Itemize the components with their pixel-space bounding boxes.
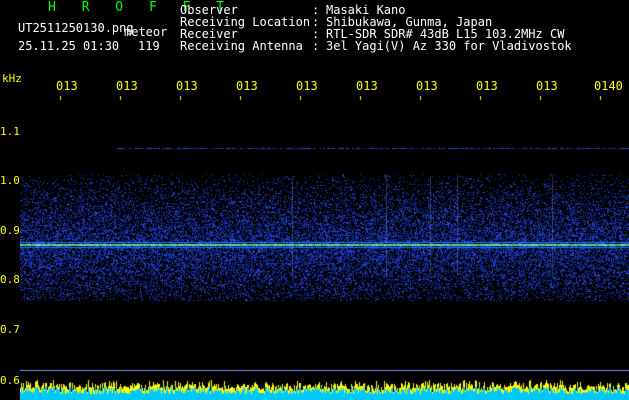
colon: :	[312, 39, 320, 53]
x-tick: 013	[536, 79, 558, 93]
filename-label: UT2511250130.png	[18, 21, 134, 35]
y-tick: 1.1	[0, 125, 20, 138]
timestamp-label: 25.11.25 01:30	[18, 39, 120, 53]
x-tick: 013	[56, 79, 78, 93]
x-tick: 013	[296, 79, 318, 93]
spectrogram-plot	[20, 96, 629, 400]
antenna-value: 3el Yagi(V) Az 330 for Vladivostok	[326, 39, 572, 53]
meteor-count: 119	[138, 39, 160, 53]
x-tick: 0140	[594, 79, 623, 93]
x-tick: 013	[176, 79, 198, 93]
x-tick: 013	[116, 79, 138, 93]
y-tick: 0.6	[0, 374, 20, 387]
x-tick: 013	[356, 79, 378, 93]
y-tick: 0.8	[0, 273, 20, 286]
y-tick: 1.0	[0, 174, 20, 187]
mode-label: meteor	[124, 25, 168, 39]
y-axis-unit: kHz	[2, 72, 22, 85]
x-tick: 013	[476, 79, 498, 93]
y-tick: 0.9	[0, 224, 20, 237]
x-tick: 013	[236, 79, 258, 93]
x-tick: 013	[416, 79, 438, 93]
antenna-label: Receiving Antenna	[180, 39, 303, 53]
y-tick: 0.7	[0, 323, 20, 336]
